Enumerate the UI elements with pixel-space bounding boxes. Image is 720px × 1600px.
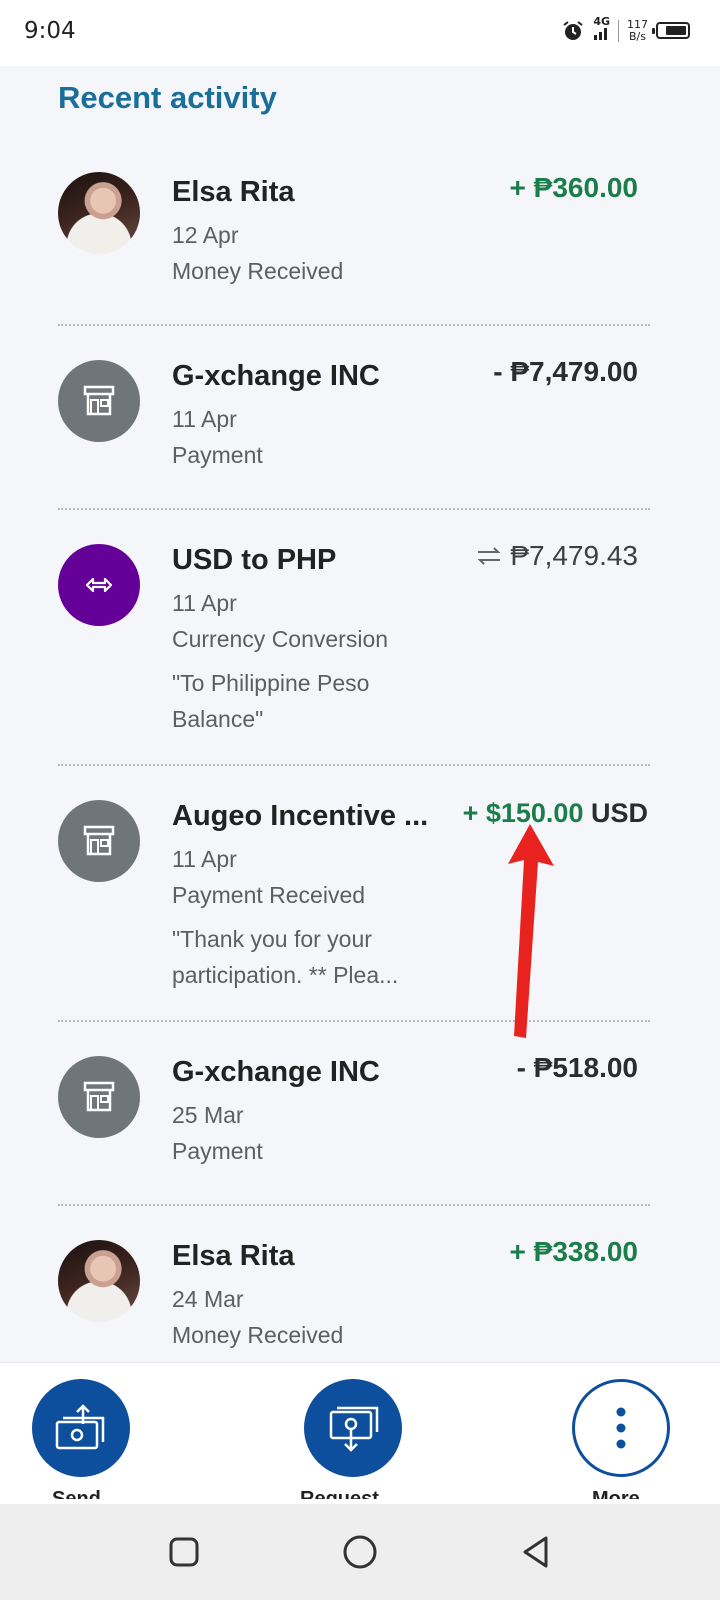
annotation-arrow — [508, 824, 554, 1038]
transaction-type: Payment Received — [172, 882, 366, 908]
transaction-date: 11 Apr — [172, 406, 237, 432]
network-speed: 117 B/s — [627, 17, 648, 43]
transaction-type: Payment — [172, 442, 263, 468]
section-title: Recent activity — [58, 80, 277, 115]
avatar — [58, 1240, 140, 1322]
transaction-currency: USD — [590, 798, 648, 828]
transaction-type: Money Received — [172, 258, 344, 284]
avatar — [58, 172, 140, 254]
divider — [58, 508, 650, 510]
transaction-date: 24 Mar — [172, 1286, 244, 1312]
transaction-note: participation. ** Plea... — [172, 962, 399, 988]
avatar — [58, 544, 140, 626]
recents-button[interactable] — [162, 1530, 206, 1574]
transaction-date: 25 Mar — [172, 1102, 244, 1128]
transaction-name: G-xchange INC — [172, 1056, 380, 1088]
alarm-icon — [563, 20, 583, 40]
transaction-name: Elsa Rita — [172, 1240, 295, 1272]
status-time: 9:04 — [24, 18, 76, 44]
transaction-name: G-xchange INC — [172, 360, 380, 392]
transaction-amount: + ₱360.00 — [509, 172, 638, 203]
more-icon — [616, 1407, 626, 1449]
avatar — [58, 360, 140, 442]
transaction-name: Augeo Incentive ... — [172, 800, 429, 832]
transaction-type: Payment — [172, 1138, 263, 1164]
back-button[interactable] — [514, 1530, 558, 1574]
status-bar: 9:04 4G 117 B/s — [0, 0, 720, 66]
request-money-icon — [329, 1406, 379, 1452]
back-triangle-icon — [523, 1536, 548, 1568]
network-type: 4G — [593, 15, 610, 28]
transaction-date: 11 Apr — [172, 590, 237, 616]
send-money-icon — [55, 1404, 105, 1450]
speed-value: 117 — [627, 17, 648, 31]
more-button[interactable] — [572, 1379, 670, 1477]
send-label: Send — [52, 1488, 101, 1499]
transaction-type: Money Received — [172, 1322, 344, 1348]
transaction-note: "Thank you for your — [172, 926, 372, 952]
store-icon — [83, 1081, 115, 1112]
transaction-amount-wrap: ₱7,479.43 — [474, 540, 638, 572]
store-icon — [83, 385, 115, 416]
transaction-type: Currency Conversion — [172, 626, 389, 652]
divider — [58, 1020, 650, 1022]
avatar — [58, 800, 140, 882]
home-button[interactable] — [338, 1530, 382, 1574]
transaction-date: 11 Apr — [172, 846, 237, 872]
exchange-icon — [85, 577, 113, 593]
divider — [58, 1204, 650, 1206]
transaction-note: "To Philippine Peso — [172, 670, 370, 696]
more-label: More — [592, 1488, 640, 1499]
request-button[interactable] — [304, 1379, 402, 1477]
divider — [58, 764, 650, 766]
transaction-note: Balance" — [172, 706, 264, 732]
request-label: Request — [300, 1488, 379, 1499]
transaction-date: 12 Apr — [172, 222, 239, 248]
transaction-name: Elsa Rita — [172, 176, 295, 208]
transaction-amount: - ₱7,479.00 — [493, 356, 638, 387]
transaction-amount: + ₱338.00 — [509, 1236, 638, 1267]
circle-icon — [343, 1535, 377, 1569]
speed-unit: B/s — [629, 29, 646, 43]
transaction-amount: ₱7,479.43 — [510, 540, 638, 571]
store-icon — [83, 825, 115, 856]
swap-icon — [477, 547, 501, 565]
avatar — [58, 1056, 140, 1138]
send-button[interactable] — [32, 1379, 130, 1477]
bottom-action-bar: Send Request More — [0, 1362, 720, 1504]
battery-icon — [652, 22, 690, 39]
status-icons: 4G 117 B/s — [561, 16, 690, 45]
square-icon — [169, 1537, 199, 1567]
signal-icon: 4G — [593, 16, 610, 45]
divider — [58, 324, 650, 326]
transaction-amount: - ₱518.00 — [516, 1052, 638, 1083]
system-nav-bar — [0, 1504, 720, 1600]
activity-list[interactable]: Recent activity Elsa Rita 12 Apr Money R… — [0, 80, 720, 1360]
battery-fill — [666, 26, 686, 35]
transaction-name: USD to PHP — [172, 544, 337, 576]
